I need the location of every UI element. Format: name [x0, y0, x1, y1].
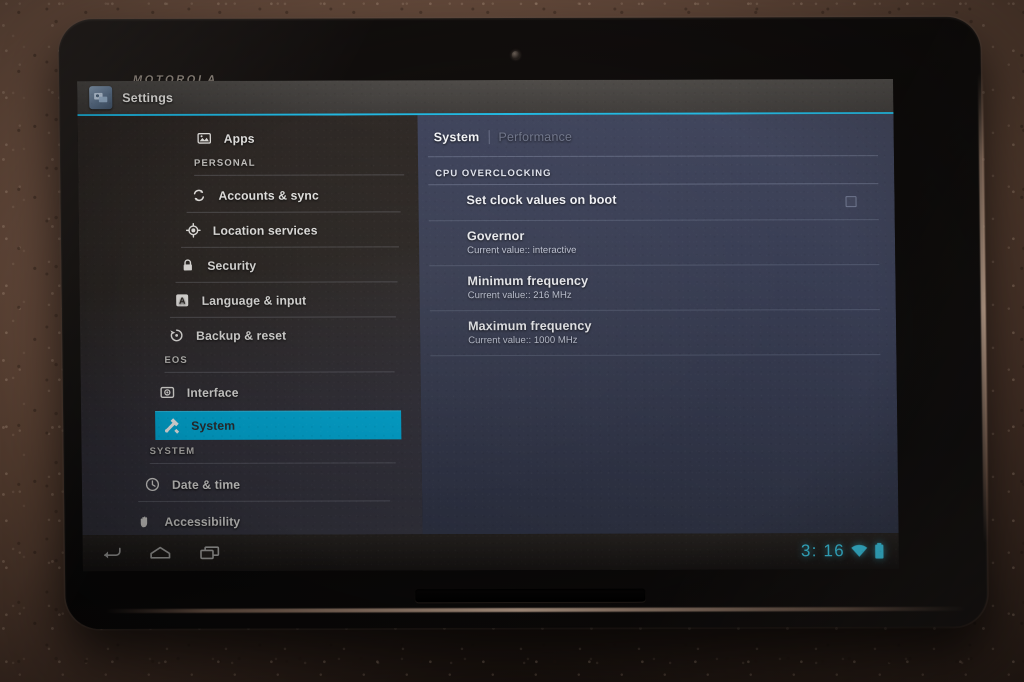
sidebar-item-label: Accessibility	[164, 514, 241, 529]
restore-icon	[168, 327, 185, 344]
sidebar-item-label: Security	[207, 258, 257, 273]
divider	[164, 371, 395, 373]
tablet-screen: Settings Apps PERSONAL Accounts & sync L…	[77, 79, 900, 572]
pref-governor[interactable]: Governor Current value:: interactive	[428, 220, 880, 267]
apps-icon	[196, 130, 213, 147]
divider	[169, 316, 396, 318]
sidebar-item-apps[interactable]: Apps	[196, 124, 418, 152]
sidebar-item-label: System	[191, 418, 236, 433]
tab-performance[interactable]: Performance	[498, 130, 572, 144]
pref-minimum-frequency[interactable]: Minimum frequency Current value:: 216 MH…	[429, 265, 880, 312]
front-camera-dot	[511, 51, 520, 60]
sidebar-item-label: Apps	[223, 131, 255, 146]
app-title: Settings	[122, 90, 174, 105]
sidebar-item-accounts-sync[interactable]: Accounts & sync	[190, 181, 418, 209]
section-header-label: PERSONAL	[193, 157, 256, 169]
sidebar-item-backup-reset[interactable]: Backup & reset	[168, 321, 420, 349]
pref-title: Set clock values on boot	[466, 192, 617, 208]
back-icon[interactable]	[101, 545, 122, 561]
settings-app-icon[interactable]	[89, 86, 113, 110]
sidebar-item-interface[interactable]: Interface	[159, 378, 421, 406]
home-icon[interactable]	[149, 545, 172, 561]
category-header-cpu-overclocking: CPU OVERCLOCKING	[435, 167, 552, 180]
pref-title: Minimum frequency	[467, 273, 589, 289]
sidebar-item-security[interactable]: Security	[179, 251, 419, 279]
tools-icon	[163, 417, 180, 434]
settings-sidebar: Apps PERSONAL Accounts & sync Location s…	[77, 115, 423, 536]
set-clock-on-boot-checkbox[interactable]	[845, 196, 857, 208]
divider	[194, 174, 405, 176]
hand-icon	[136, 513, 153, 530]
sidebar-item-label: Interface	[186, 385, 239, 400]
sidebar-item-accessibility[interactable]: Accessibility	[136, 507, 422, 535]
settings-body: Apps PERSONAL Accounts & sync Location s…	[77, 114, 899, 536]
photo-scene: MOTOROLA Settings Apps PERSONAL Accounts…	[0, 0, 1024, 682]
tablet-bottom-rail	[105, 606, 966, 614]
pref-summary: Current value:: 1000 MHz	[468, 334, 578, 347]
system-navigation-bar: 3: 16	[82, 533, 900, 572]
sidebar-item-label: Backup & reset	[196, 328, 287, 343]
sidebar-item-label: Location services	[212, 223, 318, 238]
speaker-grille	[415, 588, 646, 603]
content-tabs: System Performance	[428, 126, 878, 147]
sync-icon	[190, 187, 207, 204]
pref-summary: Current value:: 216 MHz	[467, 289, 572, 302]
status-bar-right: 3: 16	[801, 541, 885, 561]
sidebar-item-language-input[interactable]: A Language & input	[174, 286, 420, 314]
pref-title: Maximum frequency	[467, 318, 592, 334]
clock-icon	[144, 476, 161, 493]
divider	[427, 155, 878, 158]
divider	[149, 462, 396, 464]
sidebar-item-date-time[interactable]: Date & time	[144, 470, 422, 498]
status-clock[interactable]: 3: 16	[801, 541, 845, 561]
sidebar-item-label: Language & input	[201, 293, 307, 308]
pref-maximum-frequency[interactable]: Maximum frequency Current value:: 1000 M…	[429, 310, 881, 357]
sidebar-item-location-services[interactable]: Location services	[185, 216, 419, 244]
battery-icon[interactable]	[874, 542, 885, 560]
sidebar-section-system: SYSTEM	[149, 439, 396, 464]
nav-button-group	[101, 545, 221, 561]
section-header-label: SYSTEM	[149, 445, 196, 457]
tab-divider	[488, 130, 490, 145]
action-bar: Settings	[77, 79, 894, 117]
divider	[175, 281, 398, 283]
pref-summary: Current value:: interactive	[467, 244, 577, 257]
motorola-tablet: MOTOROLA Settings Apps PERSONAL Accounts…	[58, 16, 989, 630]
interface-icon	[159, 384, 176, 401]
wifi-icon[interactable]	[850, 543, 869, 559]
pref-title: Governor	[466, 229, 525, 244]
recents-icon[interactable]	[199, 545, 221, 561]
sidebar-section-eos: EOS	[164, 348, 395, 373]
sidebar-item-label: Date & time	[171, 477, 241, 492]
location-target-icon	[185, 222, 202, 239]
sidebar-section-personal: PERSONAL	[193, 151, 405, 176]
sidebar-item-system[interactable]: System	[155, 410, 402, 440]
divider	[181, 246, 400, 248]
divider	[138, 500, 391, 502]
letter-a-icon: A	[174, 292, 191, 309]
svg-text:A: A	[179, 296, 186, 306]
divider	[186, 211, 401, 213]
tab-system[interactable]: System	[434, 130, 480, 144]
pref-set-clock-values-on-boot[interactable]: Set clock values on boot	[428, 184, 879, 222]
section-header-label: EOS	[164, 354, 188, 366]
lock-icon	[179, 257, 196, 274]
settings-content-pane: System Performance CPU OVERCLOCKING Set …	[417, 114, 899, 535]
sidebar-item-label: Accounts & sync	[218, 188, 319, 203]
